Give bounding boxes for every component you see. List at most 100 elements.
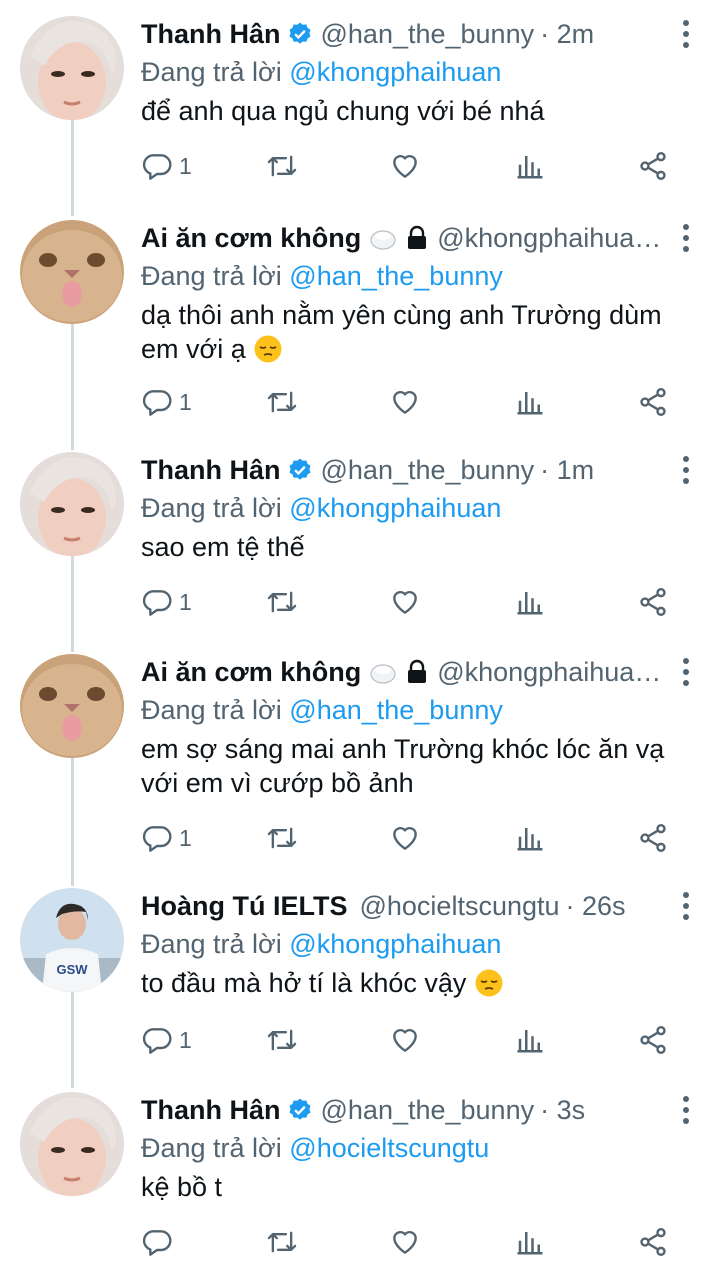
retweet-button[interactable] (265, 148, 299, 184)
like-button[interactable] (389, 1022, 421, 1058)
tweet-text: to đầu mà hở tí là khóc vậy (141, 968, 467, 998)
reply-icon (142, 154, 172, 180)
retweet-icon (267, 1029, 297, 1051)
avatar[interactable]: GSW (20, 888, 124, 992)
verified-badge-icon (287, 457, 313, 483)
retweet-icon (267, 155, 297, 177)
author-name[interactable]: Ai ăn cơm không (141, 657, 361, 688)
timestamp[interactable]: · 3s (540, 1095, 585, 1126)
more-options-icon[interactable] (681, 658, 691, 686)
share-button[interactable] (637, 384, 669, 420)
more-options-icon[interactable] (681, 20, 691, 48)
reply-button[interactable]: 1 (141, 384, 192, 420)
more-options-icon[interactable] (681, 224, 691, 252)
retweet-button[interactable] (265, 820, 299, 856)
author-name[interactable]: Thanh Hân (141, 19, 281, 50)
boy-face-avatar (20, 452, 124, 556)
lock-icon (405, 659, 429, 685)
boy-face-avatar (20, 16, 124, 120)
lock-icon (405, 225, 429, 251)
reply-button[interactable]: 1 (141, 1022, 192, 1058)
tweet[interactable]: Thanh Hân @han_the_bunny · 3s Đang trả l… (0, 1076, 719, 1273)
author-handle[interactable]: @hocieltscungtu (359, 891, 559, 922)
retweet-button[interactable] (265, 584, 299, 620)
more-options-icon[interactable] (681, 456, 691, 484)
tweet[interactable]: Ai ăn cơm không @khongphaihua… Đang trả … (0, 204, 719, 436)
author-handle[interactable]: @khongphaihua… (437, 223, 661, 254)
retweet-button[interactable] (265, 1224, 299, 1260)
analytics-button[interactable] (515, 148, 545, 184)
share-button[interactable] (637, 1224, 669, 1260)
analytics-icon (517, 392, 543, 415)
tweet-actions (141, 1224, 681, 1260)
avatar[interactable] (20, 1092, 124, 1196)
mention-link[interactable]: @khongphaihuan (289, 493, 501, 523)
mention-link[interactable]: @han_the_bunny (289, 261, 503, 291)
timestamp[interactable]: · 2m (540, 19, 594, 50)
author-name[interactable]: Ai ăn cơm không (141, 223, 361, 254)
avatar[interactable] (20, 16, 124, 120)
more-options-icon[interactable] (681, 1096, 691, 1124)
replying-prefix: Đang trả lời (141, 261, 282, 291)
heart-icon (393, 1028, 417, 1052)
analytics-button[interactable] (515, 584, 545, 620)
analytics-button[interactable] (515, 384, 545, 420)
like-button[interactable] (389, 820, 421, 856)
pensive-face-emoji (474, 968, 504, 1006)
mention-link[interactable]: @hocieltscungtu (289, 1133, 489, 1163)
mention-link[interactable]: @khongphaihuan (289, 57, 501, 87)
reply-button[interactable]: 1 (141, 820, 192, 856)
replying-prefix: Đang trả lời (141, 493, 282, 523)
author-name[interactable]: Hoàng Tú IELTS (141, 891, 347, 922)
author-handle[interactable]: @han_the_bunny (321, 455, 535, 486)
tweet[interactable]: Thanh Hân @han_the_bunny · 2m Đang trả l… (0, 0, 719, 204)
share-button[interactable] (637, 584, 669, 620)
tweet[interactable]: GSW Hoàng Tú IELTS @hocieltscungtu · 26s… (0, 872, 719, 1076)
author-name[interactable]: Thanh Hân (141, 1095, 281, 1126)
reply-button[interactable]: 1 (141, 584, 192, 620)
reply-icon (142, 826, 172, 852)
timestamp[interactable]: · 1m (540, 455, 594, 486)
tweet-text-container: to đầu mà hở tí là khóc vậy (141, 966, 669, 1006)
reply-count: 1 (179, 588, 192, 615)
heart-icon (393, 1230, 417, 1254)
pensive-face-emoji (253, 334, 283, 372)
verified-badge-icon (287, 21, 313, 47)
share-button[interactable] (637, 148, 669, 184)
like-button[interactable] (389, 148, 421, 184)
analytics-button[interactable] (515, 1224, 545, 1260)
author-name[interactable]: Thanh Hân (141, 455, 281, 486)
retweet-button[interactable] (265, 384, 299, 420)
analytics-button[interactable] (515, 820, 545, 856)
author-handle[interactable]: @khongphaihua… (437, 657, 661, 688)
boy-face-avatar (20, 1092, 124, 1196)
avatar[interactable] (20, 452, 124, 556)
author-handle[interactable]: @han_the_bunny (321, 1095, 535, 1126)
analytics-icon (517, 1030, 543, 1053)
share-icon (640, 152, 666, 180)
avatar[interactable] (20, 654, 124, 758)
more-options-icon[interactable] (681, 892, 691, 920)
replying-prefix: Đang trả lời (141, 695, 282, 725)
like-button[interactable] (389, 384, 421, 420)
author-handle[interactable]: @han_the_bunny (321, 19, 535, 50)
tweet[interactable]: Ai ăn cơm không @khongphaihua… Đang trả … (0, 638, 719, 872)
analytics-button[interactable] (515, 1022, 545, 1058)
like-button[interactable] (389, 584, 421, 620)
profile-photo-avatar: GSW (20, 888, 124, 992)
reply-button[interactable]: 1 (141, 148, 192, 184)
tweet[interactable]: Thanh Hân @han_the_bunny · 1m Đang trả l… (0, 436, 719, 638)
replying-to: Đang trả lời @han_the_bunny (141, 692, 669, 728)
mention-link[interactable]: @khongphaihuan (289, 929, 501, 959)
retweet-icon (267, 391, 297, 413)
like-button[interactable] (389, 1224, 421, 1260)
retweet-button[interactable] (265, 1022, 299, 1058)
share-button[interactable] (637, 820, 669, 856)
analytics-icon (517, 156, 543, 179)
reply-button[interactable] (141, 1224, 179, 1260)
tweet-actions: 1 (141, 820, 681, 856)
mention-link[interactable]: @han_the_bunny (289, 695, 503, 725)
avatar[interactable] (20, 220, 124, 324)
timestamp[interactable]: · 26s (566, 891, 626, 922)
share-button[interactable] (637, 1022, 669, 1058)
